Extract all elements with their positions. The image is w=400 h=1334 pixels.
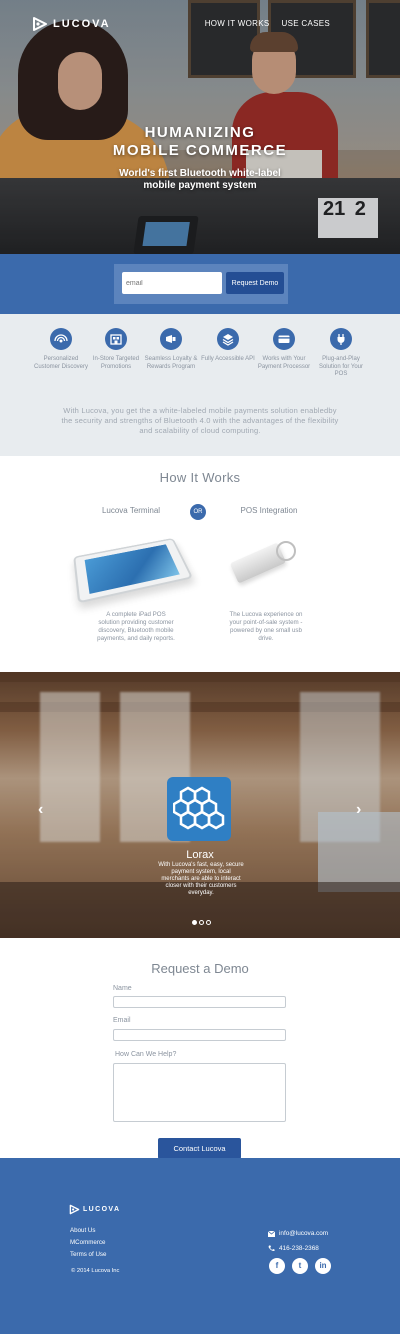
feature-item: Seamless Loyalty & Rewards Program xyxy=(143,328,199,371)
mail-icon xyxy=(268,1230,275,1237)
nav-how-it-works[interactable]: HOW IT WORKS xyxy=(205,19,270,28)
terminal-description: A complete iPad POS solution providing c… xyxy=(97,611,175,642)
request-demo-button[interactable]: Request Demo xyxy=(226,272,284,294)
social-links: f t in xyxy=(269,1258,331,1274)
lucova-logo-icon xyxy=(32,16,48,32)
slider-prev-arrow-icon[interactable]: ‹ xyxy=(38,801,43,819)
feature-item: In-Store Targeted Promotions xyxy=(88,328,144,371)
feature-label: Fully Accessible API xyxy=(201,356,255,362)
footer-phone-text: 416-238-2368 xyxy=(279,1245,319,1252)
nav-links: HOW IT WORKS USE CASES xyxy=(205,19,330,28)
pos-integration-title: POS Integration xyxy=(240,506,298,515)
footer-link-mcommerce[interactable]: MCommerce xyxy=(70,1239,106,1246)
email-label: Email xyxy=(113,1017,131,1024)
usb-keyring xyxy=(276,541,296,561)
logo-text: LUCOVA xyxy=(53,18,111,30)
help-label: How Can We Help? xyxy=(115,1051,177,1058)
facebook-icon[interactable]: f xyxy=(269,1258,285,1274)
slider-dots xyxy=(192,920,211,925)
feature-label: Plug-and-Play Solution for Your POS xyxy=(318,356,364,377)
feature-item: Plug-and-Play Solution for Your POS xyxy=(313,328,369,379)
store-icon xyxy=(105,328,127,350)
name-label: Name xyxy=(113,985,132,992)
hero-subtitle-line: mobile payment system xyxy=(143,180,257,191)
feature-label: Personalized Customer Discovery xyxy=(33,356,88,370)
help-textarea[interactable] xyxy=(113,1063,286,1122)
request-demo-title: Request a Demo xyxy=(151,961,249,976)
demo-email-field[interactable] xyxy=(113,1029,286,1041)
footer-link-terms[interactable]: Terms of Use xyxy=(70,1251,106,1258)
or-badge: OR xyxy=(190,504,206,520)
features-description: With Lucova, you get the a white-labeled… xyxy=(61,406,339,435)
nav-use-cases[interactable]: USE CASES xyxy=(282,19,331,28)
ipad-image xyxy=(73,537,194,604)
slider-dot[interactable] xyxy=(192,920,197,925)
hero-title-line: MOBILE COMMERCE xyxy=(112,142,288,159)
hero-title: HUMANIZING MOBILE COMMERCE xyxy=(0,124,400,160)
email-field[interactable] xyxy=(122,272,222,294)
footer-email-text: info@lucova.com xyxy=(279,1230,329,1237)
pos-integration-description: The Lucova experience on your point-of-s… xyxy=(229,611,303,642)
slider-next-arrow-icon[interactable]: › xyxy=(356,801,361,819)
footer-phone: 416-238-2368 xyxy=(268,1245,319,1252)
feature-item: Personalized Customer Discovery xyxy=(33,328,89,371)
twitter-icon[interactable]: t xyxy=(292,1258,308,1274)
slider-dot[interactable] xyxy=(206,920,211,925)
footer xyxy=(0,1158,400,1334)
hexagon-logo-icon xyxy=(173,786,225,830)
feature-label: Seamless Loyalty & Rewards Program xyxy=(144,356,198,370)
how-it-works-title: How It Works xyxy=(159,470,241,485)
signal-icon xyxy=(50,328,72,350)
lucova-logo-icon xyxy=(69,1204,80,1215)
hero-subtitle-line: World's first Bluetooth white-label xyxy=(119,168,281,179)
case-study-description: With Lucova's fast, easy, secure payment… xyxy=(158,862,244,896)
name-field[interactable] xyxy=(113,996,286,1008)
layers-icon xyxy=(217,328,239,350)
footer-logo-text: LUCOVA xyxy=(83,1206,121,1213)
feature-label: In-Store Targeted Promotions xyxy=(92,356,140,370)
megaphone-icon xyxy=(160,328,182,350)
logo[interactable]: LUCOVA xyxy=(32,16,111,32)
footer-link-about[interactable]: About Us xyxy=(70,1227,106,1234)
hero-subtitle: World's first Bluetooth white-label mobi… xyxy=(0,168,400,192)
footer-logo[interactable]: LUCOVA xyxy=(69,1204,120,1215)
copyright: © 2014 Lucova Inc xyxy=(71,1268,120,1274)
card-icon xyxy=(273,328,295,350)
footer-links: About Us MCommerce Terms of Use xyxy=(70,1227,106,1264)
linkedin-icon[interactable]: in xyxy=(315,1258,331,1274)
case-study-name: Lorax xyxy=(186,849,214,861)
features-section: Personalized Customer Discovery In-Store… xyxy=(0,314,400,456)
slider-dot[interactable] xyxy=(199,920,204,925)
top-nav: LUCOVA HOW IT WORKS USE CASES xyxy=(0,0,400,50)
footer-email[interactable]: info@lucova.com xyxy=(268,1230,328,1237)
plug-icon xyxy=(330,328,352,350)
feature-item: Works with Your Payment Processor xyxy=(256,328,312,371)
feature-item: Fully Accessible API xyxy=(200,328,256,364)
lorax-logo xyxy=(167,777,231,841)
phone-icon xyxy=(268,1245,275,1252)
hero-title-line: HUMANIZING xyxy=(144,124,256,141)
contact-lucova-button[interactable]: Contact Lucova xyxy=(158,1138,241,1159)
terminal-title: Lucova Terminal xyxy=(101,506,161,515)
feature-label: Works with Your Payment Processor xyxy=(257,356,311,370)
